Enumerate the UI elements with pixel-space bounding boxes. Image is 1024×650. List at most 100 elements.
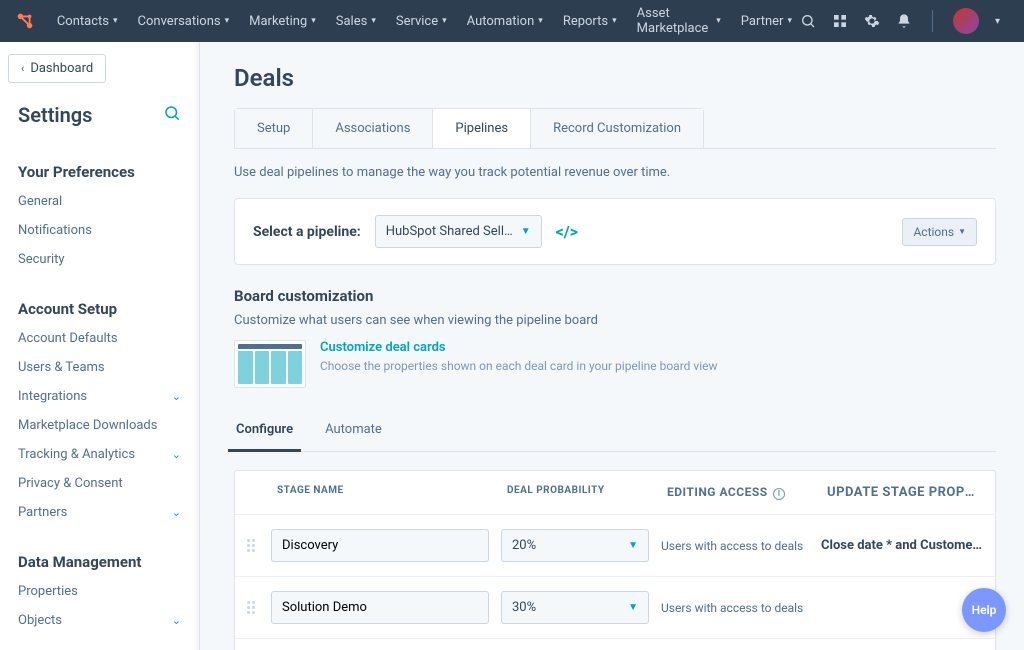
nav-items: Contacts▾Conversations▾Marketing▾Sales▾S… [49,0,800,42]
gear-icon[interactable] [864,13,880,29]
settings-sidebar: ‹ Dashboard Settings Your PreferencesGen… [0,42,200,650]
search-icon[interactable] [800,13,816,29]
caret-down-icon: ▼ [628,602,638,613]
sidebar-item[interactable]: Privacy & Consent [0,469,199,498]
info-icon[interactable]: i [773,488,785,500]
top-navigation: Contacts▾Conversations▾Marketing▾Sales▾S… [0,0,1024,42]
drag-handle[interactable] [247,601,271,614]
th-stage-name: Stage Name [277,485,507,500]
stages-table: Stage Name Deal Probability Editing Acce… [234,470,996,650]
probability-select[interactable]: 30%▼ [501,591,649,624]
nav-item[interactable]: Partner▾ [733,0,800,42]
th-editing-access: Editing Access i [667,485,827,500]
nav-item[interactable]: Reports▾ [555,0,625,42]
pipeline-select[interactable]: HubSpot Shared Sell… ▼ [375,215,542,248]
chevron-down-icon: ⌄ [172,506,181,519]
chevron-down-icon: ⌄ [172,390,181,403]
table-row: 30%▼ Users with access to deals [235,576,995,638]
embed-code-icon[interactable]: </> [556,222,578,241]
nav-item[interactable]: Sales▾ [328,0,384,42]
marketplace-icon[interactable] [832,13,848,29]
nav-item[interactable]: Asset Marketplace▾ [629,0,729,42]
actions-button[interactable]: Actions ▼ [902,218,977,246]
help-button[interactable]: Help [962,588,1006,632]
configure-subtabs: Configure Automate [234,412,996,452]
bell-icon[interactable] [896,13,912,29]
stage-name-input[interactable] [271,529,489,562]
nav-item[interactable]: Marketing▾ [241,0,324,42]
nav-item[interactable]: Contacts▾ [49,0,126,42]
sidebar-item[interactable]: Tracking & Analytics⌄ [0,440,199,469]
chevron-down-icon: ⌄ [172,614,181,627]
main-content: Deals SetupAssociationsPipelinesRecord C… [200,42,1024,650]
pipeline-select-label: Select a pipeline: [253,224,361,240]
back-button-label: Dashboard [30,61,93,76]
sidebar-item[interactable]: Security [0,245,199,274]
board-customization-desc: Customize what users can see when viewin… [234,313,996,328]
caret-down-icon: ▼ [958,227,966,236]
sidebar-item[interactable]: Objects⌄ [0,606,199,635]
editing-access-cell[interactable]: Users with access to deals [661,601,821,615]
probability-select[interactable]: 20%▼ [501,529,649,562]
dashboard-back-button[interactable]: ‹ Dashboard [8,54,106,83]
update-properties-cell[interactable]: Close date * and Customer T… [821,538,983,553]
chevron-down-icon: ▾ [787,16,792,26]
editing-access-cell[interactable]: Users with access to deals [661,539,821,553]
sidebar-item[interactable]: Properties [0,577,199,606]
table-header-row: Stage Name Deal Probability Editing Acce… [235,471,995,514]
nav-item[interactable]: Service▾ [388,0,455,42]
chevron-down-icon: ▾ [311,16,316,26]
stage-name-input[interactable] [271,591,489,624]
table-row: 20%▼ Users with access to deals Close da… [235,514,995,576]
sidebar-section-title: Your Preferences [0,153,199,187]
sidebar-item[interactable]: Notifications [0,216,199,245]
chevron-down-icon: ⌄ [172,448,181,461]
pipeline-selector-box: Select a pipeline: HubSpot Shared Sell… … [234,198,996,265]
tab[interactable]: Setup [235,109,313,148]
hubspot-logo[interactable] [12,7,39,35]
nav-item[interactable]: Automation▾ [459,0,551,42]
pipeline-description: Use deal pipelines to manage the way you… [234,165,996,180]
sidebar-section-title: Data Management [0,543,199,577]
pipeline-selected-value: HubSpot Shared Sell… [386,224,513,239]
chevron-down-icon: ▾ [716,16,721,26]
help-label: Help [972,603,997,617]
sidebar-item[interactable]: General [0,187,199,216]
chevron-down-icon: ▾ [225,16,230,26]
table-row: 30%▼ Users with access to deals [235,638,995,650]
account-chevron-icon[interactable]: ▾ [995,16,1000,27]
tab[interactable]: Record Customization [531,109,703,148]
chevron-down-icon: ▾ [538,16,543,26]
tab[interactable]: Associations [313,109,433,148]
actions-label: Actions [913,225,954,239]
tab[interactable]: Pipelines [433,109,531,148]
sidebar-item[interactable]: Integrations⌄ [0,382,199,411]
sidebar-item[interactable]: Marketplace Downloads [0,411,199,440]
customize-deal-cards-desc: Choose the properties shown on each deal… [320,359,718,373]
chevron-down-icon: ▾ [371,16,376,26]
settings-title: Settings [18,103,92,127]
object-tabs: SetupAssociationsPipelinesRecord Customi… [234,108,704,149]
board-customization-title: Board customization [234,287,996,305]
settings-search-icon[interactable] [163,104,181,126]
chevron-down-icon: ▾ [113,16,118,26]
sidebar-item[interactable]: Partners⌄ [0,498,199,527]
subtab[interactable]: Configure [234,412,295,451]
chevron-down-icon: ▾ [442,16,447,26]
page-title: Deals [234,64,996,92]
caret-down-icon: ▼ [521,226,531,237]
nav-item[interactable]: Conversations▾ [130,0,238,42]
chevron-left-icon: ‹ [21,62,24,75]
drag-handle[interactable] [247,539,271,552]
board-thumbnail [234,340,306,388]
customize-deal-cards-link[interactable]: Customize deal cards [320,340,718,355]
user-avatar[interactable] [953,8,979,34]
th-update-properties: Update Stage Properties [827,485,977,500]
th-deal-probability: Deal Probability [507,485,667,500]
sidebar-section-title: Account Setup [0,290,199,324]
sidebar-item[interactable]: Account Defaults [0,324,199,353]
subtab[interactable]: Automate [323,412,384,451]
chevron-down-icon: ▾ [612,16,617,26]
caret-down-icon: ▼ [628,540,638,551]
sidebar-item[interactable]: Users & Teams [0,353,199,382]
